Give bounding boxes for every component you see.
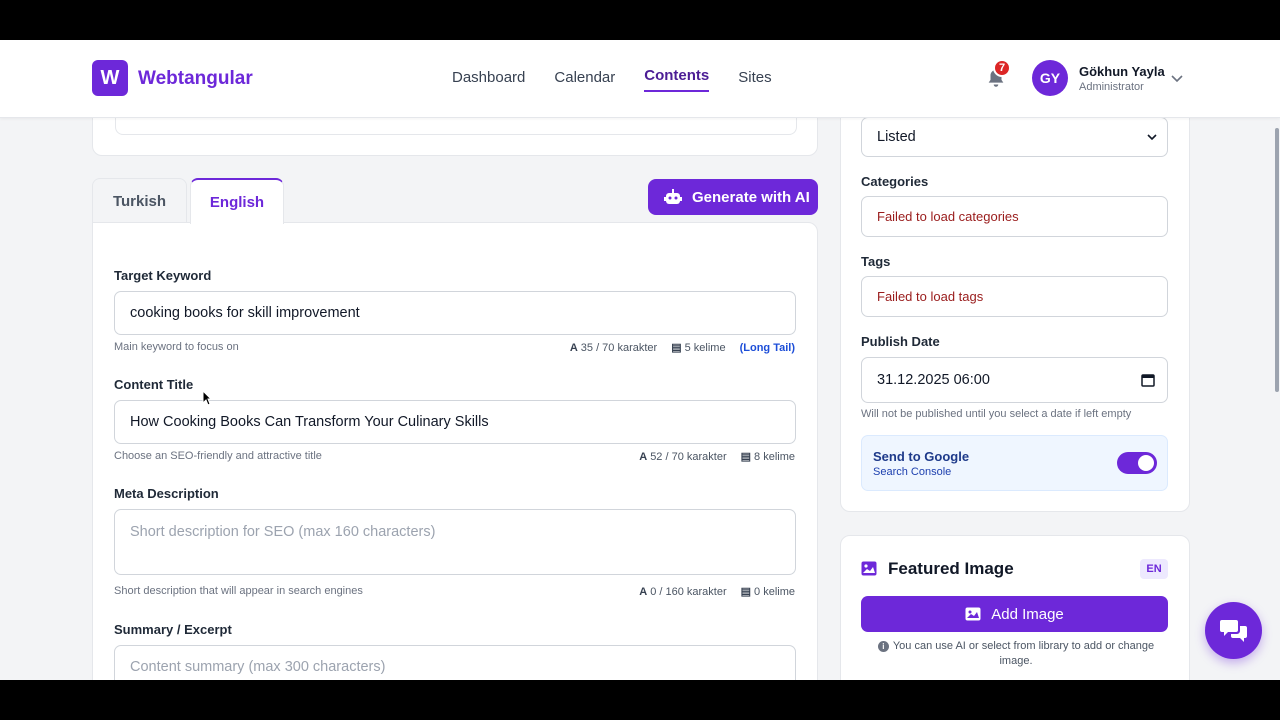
font-icon: A — [639, 585, 648, 598]
tab-english[interactable]: English — [190, 178, 284, 224]
google-subtitle: Search Console — [873, 466, 952, 478]
app-screen: W Webtangular Dashboard Calendar Content… — [0, 40, 1280, 680]
tags-label: Tags — [861, 254, 891, 269]
content-title-stats: A 52 / 70 karakter ▤ 8 kelime — [639, 450, 795, 464]
tags-field[interactable]: Failed to load tags — [861, 276, 1168, 317]
publish-date-value: 31.12.2025 06:00 — [877, 372, 990, 388]
target-keyword-words: 5 kelime — [684, 342, 726, 354]
user-role: Administrator — [1079, 81, 1144, 93]
content-title-input[interactable]: How Cooking Books Can Transform Your Cul… — [114, 400, 796, 444]
content-title-hint: Choose an SEO-friendly and attractive ti… — [114, 450, 322, 462]
nav-contents[interactable]: Contents — [644, 67, 710, 92]
target-keyword-label: Target Keyword — [114, 268, 212, 283]
chevron-down-icon[interactable] — [1170, 73, 1184, 83]
font-icon: A — [569, 341, 578, 354]
robot-icon — [664, 189, 682, 204]
chat-icon — [1219, 619, 1247, 642]
featured-image-hint-text: You can use AI or select from library to… — [892, 640, 1155, 667]
mouse-cursor-icon — [202, 390, 212, 406]
nav-dashboard[interactable]: Dashboard — [452, 69, 525, 92]
image-icon — [965, 607, 981, 621]
meta-description-stats: A0 / 160 karakter ▤ 0 kelime — [639, 585, 795, 599]
font-icon: A — [639, 450, 648, 463]
chevron-down-icon — [1147, 134, 1157, 141]
target-keyword-chars: 35 / 70 karakter — [580, 341, 658, 354]
summary-textarea[interactable]: Content summary (max 300 characters) — [114, 645, 796, 680]
chat-button[interactable] — [1205, 602, 1262, 659]
generate-ai-button[interactable]: Generate with AI — [648, 179, 818, 215]
target-keyword-stats: A 35 / 70 karakter ▤ 5 kelime (Long Tail) — [569, 341, 795, 355]
tab-turkish[interactable]: Turkish — [92, 178, 187, 223]
target-keyword-hint: Main keyword to focus on — [114, 341, 239, 353]
info-icon: i — [877, 641, 889, 652]
nav-sites[interactable]: Sites — [738, 69, 771, 92]
user-name[interactable]: Gökhun Yayla — [1079, 64, 1165, 79]
meta-description-hint: Short description that will appear in se… — [114, 585, 363, 597]
featured-image-title: Featured Image — [888, 559, 1014, 578]
add-image-label: Add Image — [991, 605, 1064, 623]
publish-date-label: Publish Date — [861, 334, 940, 349]
brand-name[interactable]: Webtangular — [138, 68, 253, 90]
meta-description-label: Meta Description — [114, 486, 219, 501]
meta-description-textarea[interactable]: Short description for SEO (max 160 chara… — [114, 509, 796, 575]
nav-calendar[interactable]: Calendar — [554, 69, 615, 92]
categories-field[interactable]: Failed to load categories — [861, 196, 1168, 237]
file-icon: ▤ — [740, 451, 752, 463]
file-icon: ▤ — [740, 586, 752, 598]
content-title-words: 8 kelime — [754, 451, 795, 463]
top-header: W Webtangular Dashboard Calendar Content… — [0, 40, 1280, 118]
scrollbar-thumb[interactable] — [1275, 128, 1279, 392]
google-search-console-box: Send to Google Search Console — [861, 435, 1168, 491]
meta-description-chars: 0 / 160 karakter — [650, 585, 727, 598]
main-nav: Dashboard Calendar Contents Sites — [452, 67, 772, 92]
featured-image-hint: i You can use AI or select from library t… — [868, 639, 1164, 669]
image-icon — [861, 561, 877, 576]
publish-date-hint: Will not be published until you select a… — [861, 408, 1132, 420]
meta-description-words: 0 kelime — [754, 586, 795, 598]
file-icon: ▤ — [671, 342, 682, 354]
brand-logo[interactable]: W — [92, 60, 128, 96]
content-title-label: Content Title — [114, 377, 194, 392]
status-value: Listed — [877, 129, 916, 145]
avatar[interactable]: GY — [1032, 60, 1068, 96]
video-letterbox-top — [0, 0, 1280, 40]
target-keyword-input[interactable]: cooking books for skill improvement — [114, 291, 796, 335]
calendar-icon[interactable] — [1141, 373, 1155, 387]
content-title-chars: 52 / 70 karakter — [650, 450, 727, 463]
video-letterbox-bottom — [0, 680, 1280, 720]
summary-label: Summary / Excerpt — [114, 622, 232, 637]
lang-badge: EN — [1140, 559, 1168, 579]
status-select[interactable]: Listed — [861, 117, 1168, 157]
send-to-google-toggle[interactable] — [1117, 452, 1157, 474]
add-image-button[interactable]: Add Image — [861, 596, 1168, 632]
categories-label: Categories — [861, 174, 929, 189]
generate-ai-label: Generate with AI — [692, 188, 810, 206]
notification-badge: 7 — [993, 59, 1011, 77]
publish-date-input[interactable]: 31.12.2025 06:00 — [861, 357, 1168, 403]
keyword-type-tag: (Long Tail) — [739, 341, 795, 354]
google-title: Send to Google — [873, 449, 970, 464]
